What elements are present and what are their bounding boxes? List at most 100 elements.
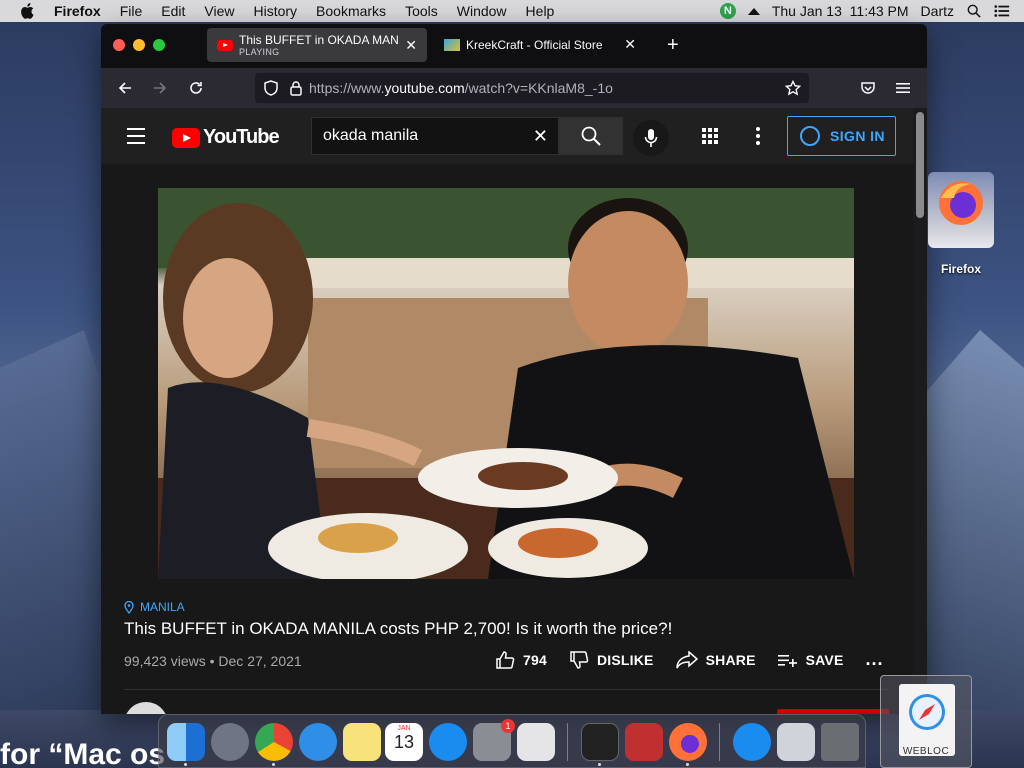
system-preferences-icon[interactable]: 1	[473, 719, 515, 761]
share-arrow-icon	[675, 650, 698, 668]
reload-icon[interactable]	[188, 80, 204, 96]
video-actions: 794 DISLIKE SHARE SAVE ...	[495, 649, 884, 670]
youtube-logo[interactable]: YouTube	[172, 126, 280, 149]
bookmark-star-icon[interactable]	[785, 80, 801, 96]
chrome-icon[interactable]	[255, 723, 293, 761]
app-store-folder-icon[interactable]	[733, 723, 771, 761]
location-tag[interactable]: MANILA	[124, 600, 185, 614]
search-input[interactable]: okada manila ✕	[311, 117, 559, 155]
firefox-window: This BUFFET in OKADA MANILA PLAYING ✕ Kr…	[101, 24, 927, 714]
desktop-firefox-icon[interactable]: Firefox	[926, 172, 996, 276]
firefox-disk-icon	[928, 172, 994, 248]
terminal-icon[interactable]	[581, 723, 619, 761]
dislike-button[interactable]: DISLIKE	[569, 650, 654, 670]
video-player[interactable]	[158, 188, 854, 579]
view-count: 99,423 views	[124, 653, 206, 669]
notes-icon[interactable]	[343, 723, 381, 761]
menu-history[interactable]: History	[253, 3, 297, 19]
tab-close-icon[interactable]: ✕	[405, 37, 417, 54]
calendar-icon[interactable]: JAN 13	[385, 723, 423, 761]
notification-badge: 1	[501, 719, 515, 733]
scrollbar-thumb[interactable]	[916, 112, 924, 218]
tab-close-icon[interactable]: ✕	[624, 36, 636, 53]
menu-hamburger-icon[interactable]	[896, 81, 910, 95]
lock-icon[interactable]	[289, 80, 303, 96]
settings-kebab-icon[interactable]	[756, 127, 760, 148]
zoom-window-button[interactable]	[153, 39, 165, 51]
calendar-day: 13	[393, 732, 415, 752]
channel-avatar[interactable]	[124, 702, 168, 714]
menu-window[interactable]: Window	[457, 3, 507, 19]
dock-separator	[567, 723, 568, 761]
voice-search-button[interactable]	[633, 120, 669, 156]
minimize-window-button[interactable]	[133, 39, 145, 51]
desktop-wallpaper-right	[914, 330, 1024, 710]
youtube-logo-text: YouTube	[203, 126, 280, 148]
share-button[interactable]: SHARE	[675, 650, 756, 669]
window-controls	[113, 39, 165, 51]
tab-kreekcraft[interactable]: KreekCraft - Official Store ✕	[434, 28, 646, 62]
shield-icon[interactable]	[263, 80, 279, 96]
n-status-icon[interactable]: N	[719, 3, 736, 19]
photo-booth-icon[interactable]	[625, 723, 663, 761]
video-title: This BUFFET in OKADA MANILA costs PHP 2,…	[124, 619, 673, 638]
webloc-file-icon[interactable]: WEBLOC	[880, 675, 972, 768]
new-tab-icon[interactable]: +	[667, 35, 679, 55]
webloc-label: WEBLOC	[902, 746, 950, 757]
menu-bar: Firefox File Edit View History Bookmarks…	[0, 0, 1024, 22]
forward-arrow-icon[interactable]	[152, 80, 168, 96]
apps-grid-icon[interactable]	[702, 128, 718, 144]
tab-youtube[interactable]: This BUFFET in OKADA MANILA PLAYING ✕	[207, 28, 427, 62]
safari-compass-icon	[909, 694, 945, 730]
save-button[interactable]: SAVE	[777, 651, 844, 668]
url-bar[interactable]: https://www.youtube.com/watch?v=KKnlaM8_…	[255, 73, 809, 103]
save-label: SAVE	[805, 651, 844, 668]
eject-icon[interactable]	[747, 7, 760, 15]
close-window-button[interactable]	[113, 39, 125, 51]
tab-bar: This BUFFET in OKADA MANILA PLAYING ✕ Kr…	[101, 24, 927, 68]
menu-app-name[interactable]: Firefox	[54, 3, 101, 19]
microphone-icon	[644, 129, 658, 147]
guide-menu-icon[interactable]	[127, 128, 145, 149]
firefox-icon[interactable]	[669, 723, 707, 761]
tab-title: KreekCraft - Official Store	[466, 38, 603, 52]
tab-title: This BUFFET in OKADA MANILA	[239, 33, 399, 47]
clear-search-icon[interactable]: ✕	[533, 126, 548, 147]
trash-icon[interactable]	[821, 723, 859, 761]
youtube-header: YouTube okada manila ✕ SIGN IN	[101, 108, 913, 164]
menu-user[interactable]: Dartz	[921, 3, 954, 19]
youtube-page: YouTube okada manila ✕ SIGN IN MANILA Th…	[101, 108, 913, 714]
roblox-icon[interactable]	[517, 723, 555, 761]
menu-help[interactable]: Help	[526, 3, 555, 19]
desktop-firefox-label: Firefox	[940, 262, 981, 276]
menu-file[interactable]: File	[120, 3, 143, 19]
sign-in-button[interactable]: SIGN IN	[787, 116, 896, 156]
running-indicator	[272, 763, 275, 766]
finder-icon[interactable]	[167, 723, 205, 761]
control-center-icon[interactable]	[994, 4, 1010, 18]
kreekcraft-favicon-icon	[444, 39, 460, 51]
dock: JAN 13 1	[158, 714, 866, 768]
safari-icon[interactable]	[299, 723, 337, 761]
pocket-icon[interactable]	[860, 80, 876, 96]
video-meta: 99,423 views • Dec 27, 2021	[124, 653, 302, 669]
app-store-icon[interactable]	[429, 723, 467, 761]
menu-datetime[interactable]: Thu Jan 13 11:43 PM	[772, 3, 909, 19]
back-arrow-icon[interactable]	[117, 80, 133, 96]
menu-tools[interactable]: Tools	[405, 3, 438, 19]
url-text: https://www.youtube.com/watch?v=KKnlaM8_…	[309, 80, 613, 96]
menu-view[interactable]: View	[204, 3, 234, 19]
apple-menu-icon[interactable]	[20, 3, 34, 19]
downloads-folder-icon[interactable]	[777, 723, 815, 761]
menu-edit[interactable]: Edit	[161, 3, 185, 19]
youtube-favicon-icon	[217, 39, 233, 51]
more-actions-icon[interactable]: ...	[866, 649, 884, 670]
spotlight-search-icon[interactable]	[966, 4, 982, 18]
like-button[interactable]: 794	[495, 650, 547, 670]
launchpad-icon[interactable]	[211, 723, 249, 761]
tab-playing-label: PLAYING	[239, 47, 280, 57]
dock-separator	[719, 723, 720, 761]
search-button[interactable]	[559, 117, 623, 155]
menu-bookmarks[interactable]: Bookmarks	[316, 3, 386, 19]
thumbs-up-icon	[496, 650, 515, 669]
